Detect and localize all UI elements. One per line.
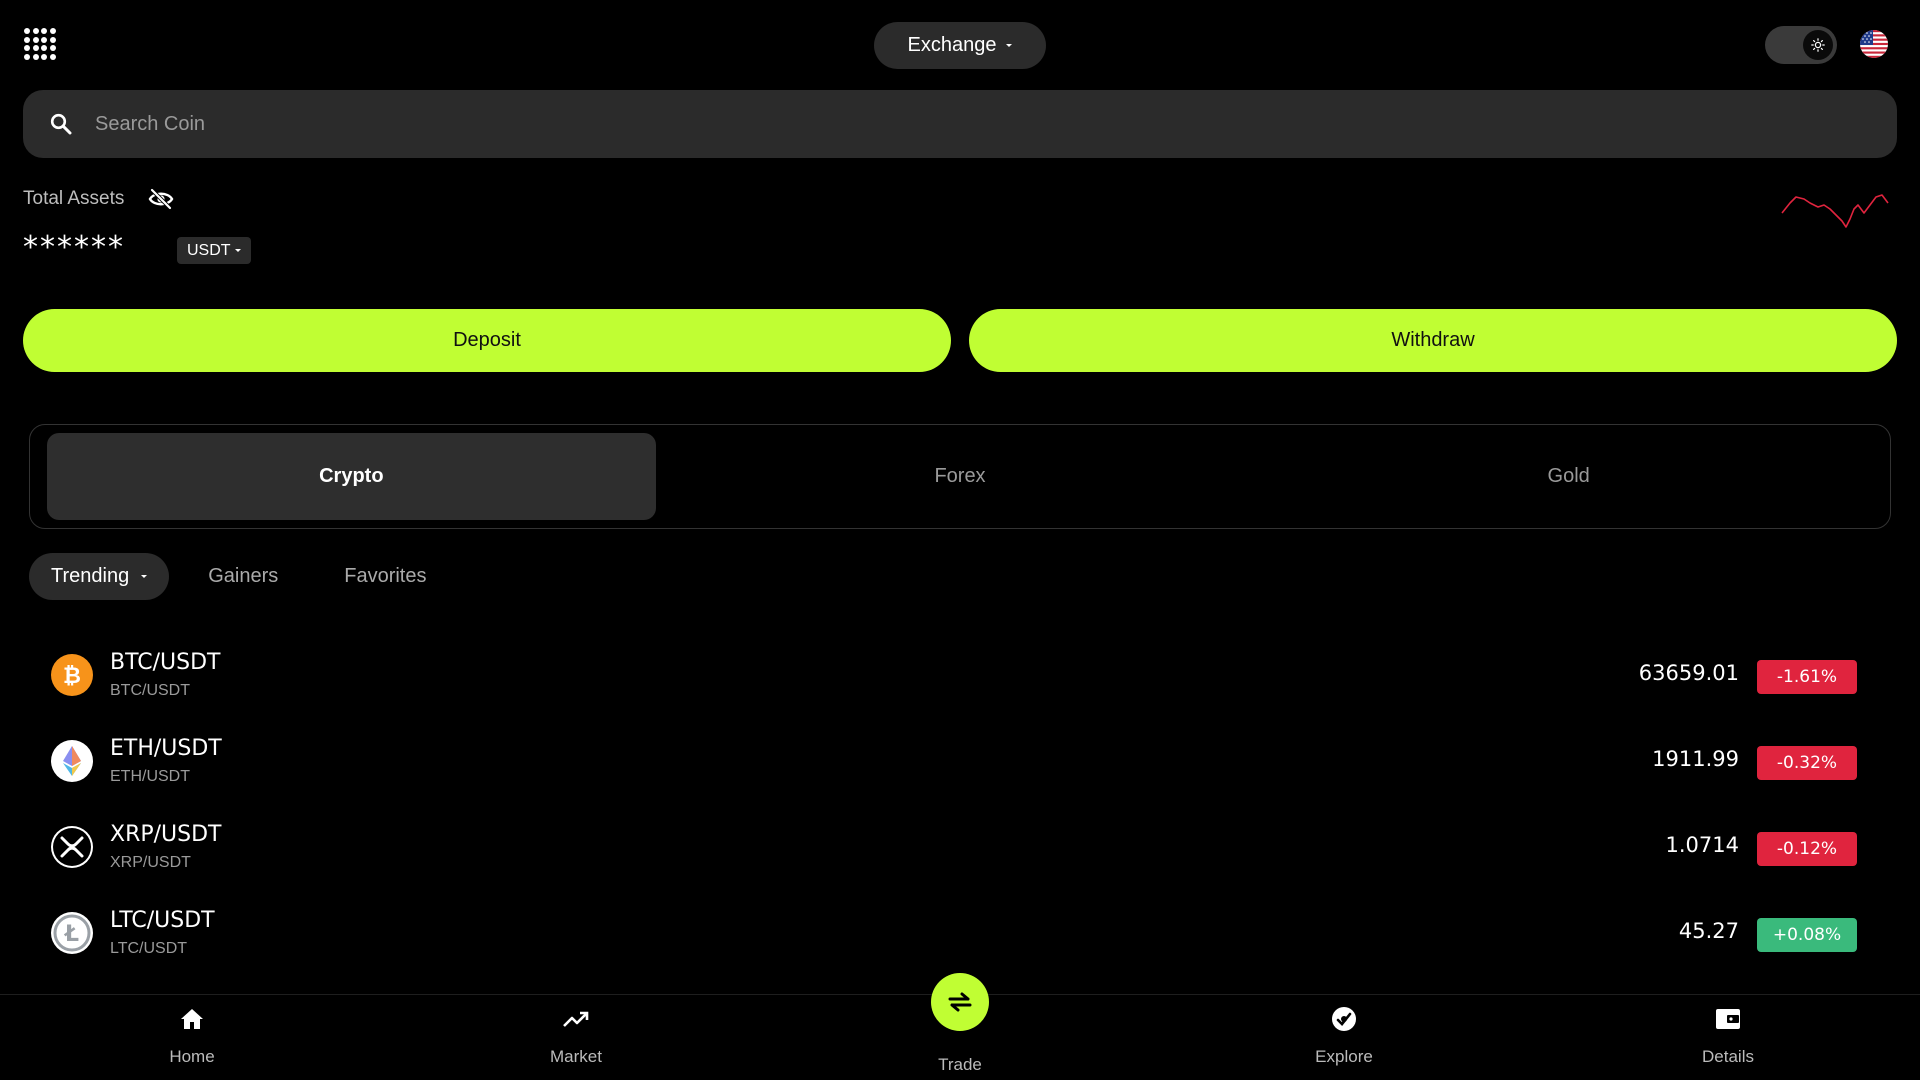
deposit-button[interactable]: Deposit	[23, 309, 951, 372]
coin-change-badge: -0.32%	[1757, 746, 1857, 780]
coin-pair: ETH/USDT	[110, 736, 222, 761]
coin-pair: XRP/USDT	[110, 822, 222, 847]
nav-details-label: Details	[1702, 1047, 1754, 1066]
coin-row-btc[interactable]: ₿ BTC/USDT BTC/USDT 63659.01 -1.61%	[0, 640, 1920, 726]
total-assets-label: Total Assets	[23, 188, 125, 209]
exchange-label: Exchange	[907, 34, 997, 56]
nav-explore-label: Explore	[1315, 1047, 1373, 1066]
assets-sparkline	[1781, 194, 1889, 228]
svg-text:Ł: Ł	[64, 922, 79, 947]
filter-trending-label: Trending	[51, 565, 130, 587]
exchange-dropdown-button[interactable]: Exchange	[874, 22, 1046, 69]
coin-row-ltc[interactable]: Ł LTC/USDT LTC/USDT 45.27 +0.08%	[0, 898, 1920, 984]
nav-trade-label: Trade	[938, 1055, 982, 1074]
theme-toggle[interactable]	[1765, 26, 1837, 64]
filter-favorites[interactable]: Favorites	[317, 553, 453, 600]
search-input[interactable]	[95, 112, 1795, 136]
coin-change-badge: -0.12%	[1757, 832, 1857, 866]
nav-details[interactable]: Details	[1648, 995, 1808, 1080]
coin-row-xrp[interactable]: XRP/USDT XRP/USDT 1.0714 -0.12%	[0, 812, 1920, 898]
search-icon	[50, 113, 72, 135]
nav-market[interactable]: Market	[496, 995, 656, 1080]
coin-price: 1911.99	[1652, 747, 1739, 771]
litecoin-icon: Ł	[51, 912, 93, 954]
coin-row-eth[interactable]: ETH/USDT ETH/USDT 1911.99 -0.32%	[0, 726, 1920, 812]
ethereum-icon	[51, 740, 93, 782]
nav-market-label: Market	[550, 1047, 602, 1066]
filter-trending[interactable]: Trending	[29, 553, 170, 600]
coin-change-badge: +0.08%	[1757, 918, 1857, 952]
top-bar: Exchange	[0, 0, 1920, 90]
coin-sub: BTC/USDT	[110, 682, 190, 699]
trade-button[interactable]	[931, 973, 989, 1031]
coin-pair: LTC/USDT	[110, 908, 215, 933]
coin-pair: BTC/USDT	[110, 650, 221, 675]
coin-price: 63659.01	[1638, 661, 1739, 685]
wallet-icon	[1714, 1005, 1742, 1033]
swap-icon	[948, 992, 972, 1012]
apps-grid-icon[interactable]	[24, 28, 56, 60]
sun-icon	[1803, 30, 1833, 60]
coin-sub: XRP/USDT	[110, 854, 191, 871]
coin-price: 45.27	[1678, 919, 1739, 943]
explore-icon	[1330, 1005, 1358, 1033]
svg-text:₿: ₿	[63, 664, 81, 689]
xrp-icon	[51, 826, 93, 868]
nav-explore[interactable]: Explore	[1264, 995, 1424, 1080]
market-tabs: Crypto Forex Gold	[29, 424, 1891, 529]
us-flag-icon[interactable]	[1860, 30, 1888, 58]
filter-gainers[interactable]: Gainers	[181, 553, 305, 600]
trending-up-icon	[562, 1005, 590, 1033]
nav-home-label: Home	[169, 1047, 215, 1066]
currency-label: USDT	[187, 241, 231, 259]
search-bar[interactable]	[23, 90, 1897, 158]
eye-off-icon[interactable]	[148, 188, 174, 210]
tab-forex[interactable]: Forex	[656, 433, 1265, 520]
bitcoin-icon: ₿	[51, 654, 93, 696]
coin-sub: ETH/USDT	[110, 768, 190, 785]
currency-select[interactable]: USDT	[177, 237, 251, 264]
chevron-down-icon	[1006, 44, 1013, 47]
chevron-down-icon	[234, 249, 241, 252]
coin-change-badge: -1.61%	[1757, 660, 1857, 694]
chevron-down-icon	[141, 575, 148, 578]
tab-crypto[interactable]: Crypto	[47, 433, 656, 520]
coin-price: 1.0714	[1665, 833, 1739, 857]
coin-sub: LTC/USDT	[110, 940, 188, 957]
total-assets-value: ******	[23, 230, 125, 265]
coin-list: ₿ BTC/USDT BTC/USDT 63659.01 -1.61% ETH/…	[0, 640, 1920, 984]
home-icon	[178, 1005, 206, 1033]
tab-gold[interactable]: Gold	[1264, 433, 1873, 520]
withdraw-button[interactable]: Withdraw	[969, 309, 1897, 372]
filter-row: Trending Gainers Favorites	[29, 553, 465, 600]
nav-home[interactable]: Home	[112, 995, 272, 1080]
